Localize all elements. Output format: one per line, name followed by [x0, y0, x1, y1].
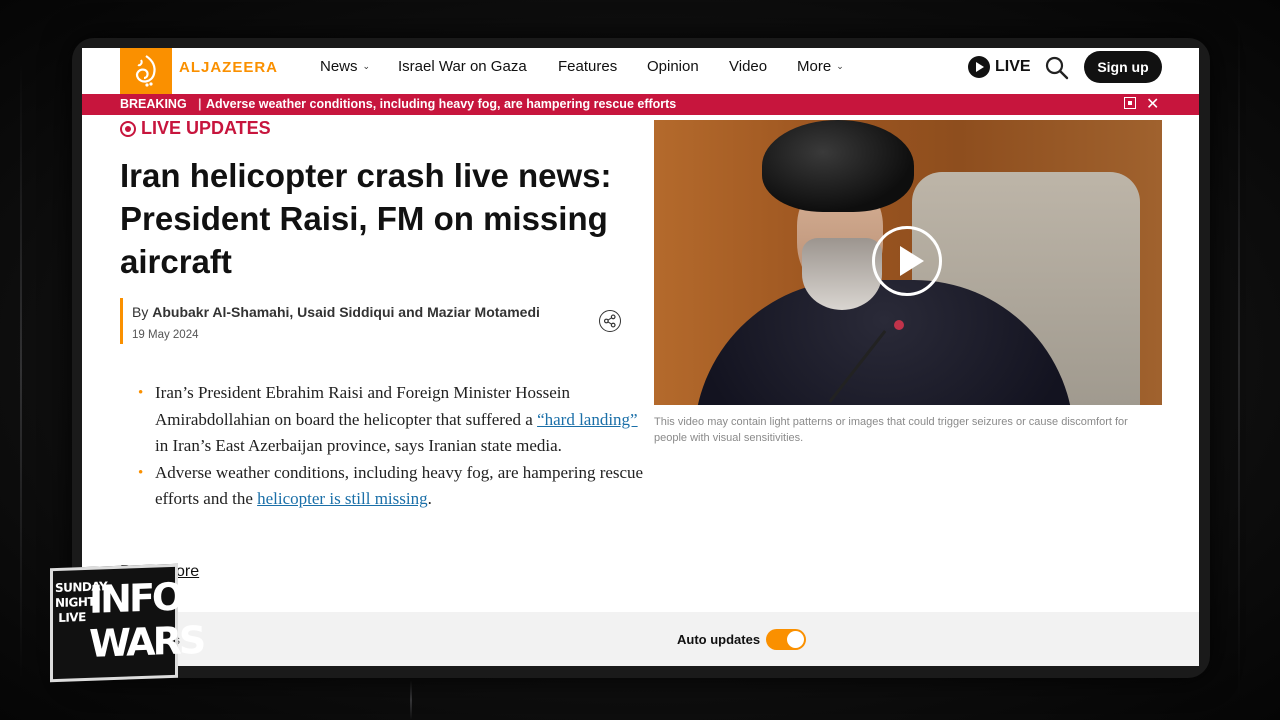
share-icon[interactable] [599, 310, 621, 332]
nav-more[interactable]: More ⌄ [797, 58, 844, 75]
badge-small-text: SUNDAY NIGHT LIVE [55, 579, 108, 625]
close-icon[interactable]: ✕ [1146, 94, 1159, 114]
helicopter-missing-link[interactable]: helicopter is still missing [257, 489, 427, 508]
hard-landing-link[interactable]: “hard landing” [537, 410, 638, 429]
auto-updates-label: Auto updates [677, 632, 761, 647]
microphone-head [894, 320, 904, 330]
live-feed-toolbar: s Auto updates [82, 612, 1199, 666]
article-title: Iran helicopter crash live news: Preside… [120, 157, 612, 280]
live-link[interactable]: LIVE [968, 56, 1031, 78]
nav-video[interactable]: Video [729, 58, 767, 75]
nav-features[interactable]: Features [558, 58, 617, 75]
byline-accent [120, 298, 123, 344]
publish-date: 19 May 2024 [132, 329, 199, 341]
chevron-down-icon: ⌄ [362, 61, 371, 71]
authors[interactable]: Abubakr Al-Shamahi, Usaid Siddiqui and M… [152, 304, 540, 320]
aljazeera-logo-icon [136, 55, 156, 87]
live-label: LIVE [995, 58, 1031, 75]
nav-opinion[interactable]: Opinion [647, 58, 699, 75]
background-streak [20, 60, 22, 680]
browser-page: ALJAZEERA News ⌄ Israel War on Gaza Featu… [82, 48, 1199, 666]
nav-label: More [797, 58, 832, 75]
live-updates-label: LIVE UPDATES [141, 118, 271, 138]
badge-large-text: INFO WARS [89, 574, 204, 666]
background-streak [1238, 20, 1240, 700]
live-updates-tag: LIVE UPDATES [120, 118, 271, 139]
breaking-label: BREAKING [120, 97, 187, 111]
nav-news[interactable]: News ⌄ [320, 58, 370, 75]
play-button-icon[interactable] [872, 226, 942, 296]
background-streak [410, 680, 412, 720]
breaking-news-bar[interactable]: BREAKING | Adverse weather conditions, i… [82, 94, 1199, 115]
logo-wordmark[interactable]: ALJAZEERA [179, 59, 278, 76]
breaking-headline[interactable]: Adverse weather conditions, including he… [206, 97, 676, 111]
nav-israel-war-on-gaza[interactable]: Israel War on Gaza [398, 58, 527, 75]
play-icon [968, 56, 990, 78]
nav-label: News [320, 58, 358, 75]
minimize-icon[interactable] [1124, 97, 1136, 109]
nav-label: Features [558, 58, 618, 75]
aljazeera-logo[interactable] [120, 48, 172, 94]
search-icon[interactable] [1044, 55, 1070, 81]
bullet-text: . [427, 489, 432, 508]
live-indicator-icon [120, 120, 136, 137]
nav-label: Israel War on Gaza [398, 58, 527, 75]
site-header: ALJAZEERA News ⌄ Israel War on Gaza Featu… [82, 48, 1199, 94]
auto-updates-toggle[interactable] [766, 629, 806, 650]
video-thumbnail-turban [762, 120, 914, 212]
chevron-down-icon: ⌄ [836, 61, 844, 71]
signup-button[interactable]: Sign up [1084, 51, 1162, 83]
video-caption: This video may contain light patterns or… [654, 416, 1128, 444]
breaking-separator: | [198, 97, 202, 111]
list-item: Iran’s President Ebrahim Raisi and Forei… [138, 380, 655, 460]
summary-bullets: Iran’s President Ebrahim Raisi and Forei… [137, 380, 655, 513]
bullet-text: in Iran’s East Azerbaijan province, says… [155, 436, 562, 455]
video-thumbnail-beard [802, 238, 882, 310]
infowars-logo: SUNDAY NIGHT LIVE INFO WARS [50, 563, 203, 683]
bullet-text: Iran’s President Ebrahim Raisi and Forei… [155, 383, 571, 429]
by-prefix: By [132, 304, 149, 320]
video-player[interactable] [654, 120, 1162, 405]
byline: By Abubakr Al-Shamahi, Usaid Siddiqui an… [132, 304, 540, 320]
list-item: Adverse weather conditions, including he… [138, 460, 655, 513]
nav-label: Video [729, 58, 768, 75]
nav-label: Opinion [647, 58, 699, 75]
